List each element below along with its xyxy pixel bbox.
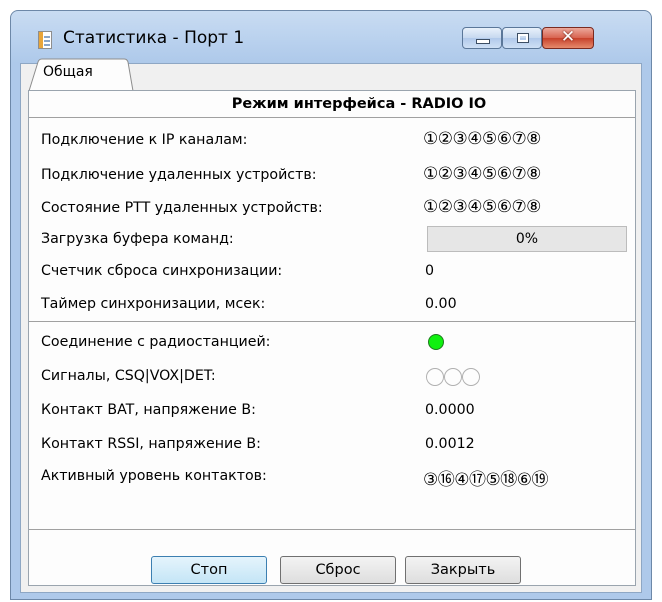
maximize-button[interactable] (502, 27, 542, 49)
close-icon: ✕ (560, 27, 576, 47)
close-button[interactable]: Закрыть (405, 556, 521, 584)
active-contact-level-indicators: ③⑯④⑰⑤⑱⑥⑲ (423, 470, 548, 490)
tab-general-label: Общая (43, 64, 93, 80)
row-label-radio-connection: Соединение с радиостанцией: (41, 334, 271, 350)
maximize-icon (517, 33, 529, 43)
row-label-ptt-state: Состояние PTT удаленных устройств: (41, 200, 323, 216)
ip-channels-indicators: ①②③④⑤⑥⑦⑧ (423, 129, 541, 149)
radio-connection-status-led (428, 334, 444, 350)
rssi-voltage-value: 0.0012 (425, 436, 475, 452)
tab-general[interactable]: Общая (28, 56, 134, 92)
ptt-state-indicators: ①②③④⑤⑥⑦⑧ (423, 197, 541, 217)
minimize-button[interactable] (462, 27, 502, 49)
stop-button[interactable]: Стоп (151, 556, 267, 584)
command-buffer-progress: 0% (427, 226, 627, 252)
section-divider (29, 321, 635, 322)
signal-csq-indicator (426, 368, 444, 386)
row-label-sync-reset-counter: Счетчик сброса синхронизации: (41, 263, 283, 279)
row-label-bat-voltage: Контакт BAT, напряжение В: (41, 402, 256, 418)
general-tab-panel: Режим интерфейса - RADIO IO Подключение … (28, 90, 636, 586)
app-document-icon (38, 31, 52, 49)
signal-vox-indicator (444, 368, 462, 386)
section-header: Режим интерфейса - RADIO IO (29, 96, 635, 118)
sync-reset-counter-value: 0 (425, 263, 435, 279)
row-label-ip-channels: Подключение к IP каналам: (41, 132, 248, 148)
row-label-signals: Сигналы, CSQ|VOX|DET: (41, 368, 216, 384)
remote-devices-indicators: ①②③④⑤⑥⑦⑧ (423, 164, 541, 184)
row-label-remote-devices: Подключение удаленных устройств: (41, 167, 317, 183)
reset-button[interactable]: Сброс (280, 556, 396, 584)
window-title: Статистика - Порт 1 (63, 28, 245, 48)
row-label-active-contact-level: Активный уровень контактов: (41, 468, 267, 484)
footer-divider (29, 529, 635, 530)
row-label-sync-timer: Таймер синхронизации, мсек: (41, 296, 266, 312)
signal-det-indicator (462, 368, 480, 386)
command-buffer-percent: 0% (515, 231, 539, 247)
close-window-button[interactable]: ✕ (542, 27, 594, 49)
minimize-icon (476, 39, 490, 44)
row-label-rssi-voltage: Контакт RSSI, напряжение В: (41, 436, 261, 452)
sync-timer-value: 0.00 (425, 296, 457, 312)
row-label-command-buffer: Загрузка буфера команд: (41, 231, 234, 247)
bat-voltage-value: 0.0000 (425, 402, 475, 418)
